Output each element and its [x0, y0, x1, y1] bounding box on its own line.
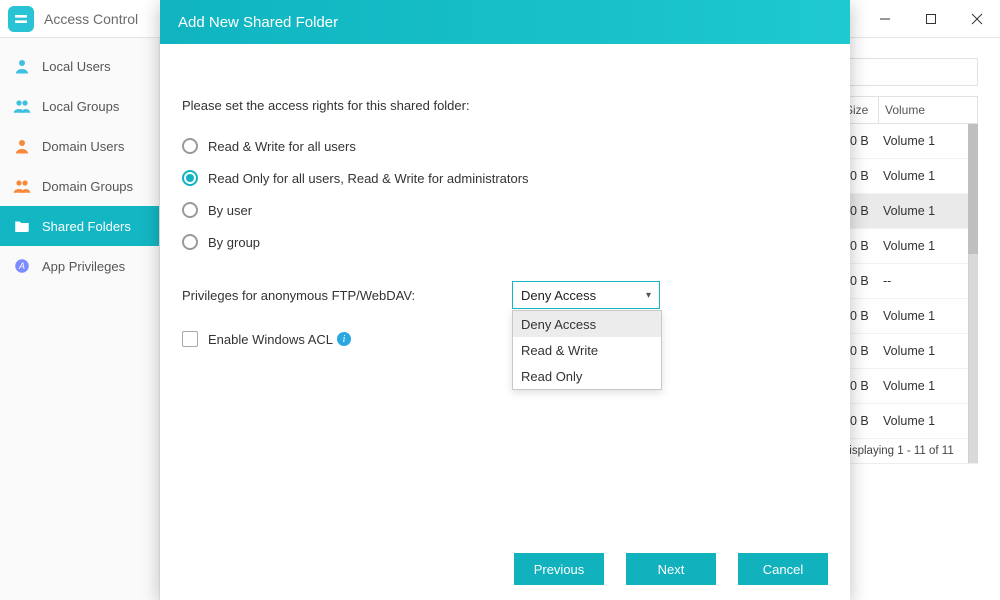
checkbox-icon: [182, 331, 198, 347]
table-row[interactable]: 00 BVolume 1: [839, 369, 977, 404]
sidebar: Local Users Local Groups Domain Users Do…: [0, 38, 160, 600]
sidebar-item-label: Local Users: [42, 59, 111, 74]
table-row[interactable]: 00 BVolume 1: [839, 194, 977, 229]
dialog-body: Please set the access rights for this sh…: [160, 44, 850, 538]
radio-label: By group: [208, 235, 260, 250]
info-icon[interactable]: i: [337, 332, 351, 346]
checkbox-label: Enable Windows ACL: [208, 332, 333, 347]
table-pager: Displaying 1 - 11 of 11: [839, 439, 977, 463]
chevron-down-icon: ▾: [646, 290, 651, 301]
sidebar-item-domain-users[interactable]: Domain Users: [0, 126, 159, 166]
option-deny-access[interactable]: Deny Access: [513, 311, 661, 337]
table-header: Size Volume: [838, 96, 978, 124]
radio-icon: [182, 170, 198, 186]
radio-ro-all[interactable]: Read Only for all users, Read & Write fo…: [182, 163, 828, 193]
sidebar-item-shared-folders[interactable]: Shared Folders: [0, 206, 159, 246]
sidebar-item-domain-groups[interactable]: Domain Groups: [0, 166, 159, 206]
sidebar-item-label: Shared Folders: [42, 219, 131, 234]
dialog-lead: Please set the access rights for this sh…: [182, 98, 828, 113]
table-row[interactable]: 00 BVolume 1: [839, 404, 977, 439]
previous-button[interactable]: Previous: [514, 553, 604, 585]
radio-label: Read Only for all users, Read & Write fo…: [208, 171, 529, 186]
select-value: Deny Access: [521, 288, 596, 303]
radio-label: By user: [208, 203, 252, 218]
radio-by-group[interactable]: By group: [182, 227, 828, 257]
table-row[interactable]: 00 BVolume 1: [839, 124, 977, 159]
sidebar-item-local-users[interactable]: Local Users: [0, 46, 159, 86]
anon-priv-label: Privileges for anonymous FTP/WebDAV:: [182, 288, 512, 303]
anon-priv-row: Privileges for anonymous FTP/WebDAV: Den…: [182, 281, 828, 309]
cancel-button[interactable]: Cancel: [738, 553, 828, 585]
sidebar-item-app-privileges[interactable]: A App Privileges: [0, 246, 159, 286]
option-read-write[interactable]: Read & Write: [513, 337, 661, 363]
radio-icon: [182, 138, 198, 154]
sidebar-item-label: Local Groups: [42, 99, 119, 114]
col-volume[interactable]: Volume: [879, 103, 977, 117]
person-domain-icon: [12, 136, 32, 156]
table-row[interactable]: 00 BVolume 1: [839, 299, 977, 334]
table-row[interactable]: 00 B--: [839, 264, 977, 299]
svg-text:A: A: [18, 261, 25, 271]
radio-rw-all[interactable]: Read & Write for all users: [182, 131, 828, 161]
add-shared-folder-dialog: Add New Shared Folder Please set the acc…: [160, 0, 850, 600]
minimize-button[interactable]: [862, 0, 908, 38]
folder-table: Size Volume 00 BVolume 1 00 BVolume 1 00…: [838, 96, 978, 464]
people-icon: [12, 96, 32, 116]
table-body: 00 BVolume 1 00 BVolume 1 00 BVolume 1 0…: [838, 124, 978, 464]
radio-icon: [182, 202, 198, 218]
app-icon: [8, 6, 34, 32]
app-icon-small: A: [12, 256, 32, 276]
folder-icon: [12, 216, 32, 236]
table-row[interactable]: 00 BVolume 1: [839, 229, 977, 264]
next-button[interactable]: Next: [626, 553, 716, 585]
people-domain-icon: [12, 176, 32, 196]
table-row[interactable]: 00 BVolume 1: [839, 334, 977, 369]
scrollbar-thumb[interactable]: [968, 124, 978, 254]
radio-by-user[interactable]: By user: [182, 195, 828, 225]
radio-label: Read & Write for all users: [208, 139, 356, 154]
dialog-footer: Previous Next Cancel: [160, 538, 850, 600]
option-read-only[interactable]: Read Only: [513, 363, 661, 389]
anon-priv-dropdown: Deny Access Read & Write Read Only: [512, 310, 662, 390]
sidebar-item-label: App Privileges: [42, 259, 125, 274]
search-input[interactable]: [838, 58, 978, 86]
anon-priv-select[interactable]: Deny Access ▾ Deny Access Read & Write R…: [512, 281, 660, 309]
maximize-button[interactable]: [908, 0, 954, 38]
sidebar-item-label: Domain Users: [42, 139, 124, 154]
table-row[interactable]: 00 BVolume 1: [839, 159, 977, 194]
dialog-title: Add New Shared Folder: [160, 0, 850, 44]
person-icon: [12, 56, 32, 76]
enable-acl-row[interactable]: Enable Windows ACL i: [182, 331, 828, 347]
sidebar-item-local-groups[interactable]: Local Groups: [0, 86, 159, 126]
close-button[interactable]: [954, 0, 1000, 38]
sidebar-item-label: Domain Groups: [42, 179, 133, 194]
radio-icon: [182, 234, 198, 250]
